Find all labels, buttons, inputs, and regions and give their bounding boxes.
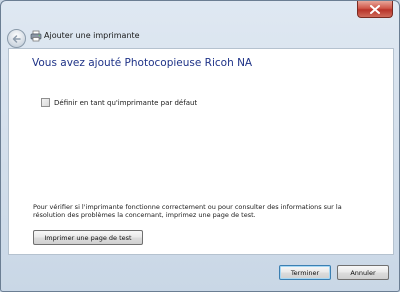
window-title: Ajouter une imprimante: [44, 31, 140, 40]
printer-icon: [30, 30, 42, 42]
print-test-page-button[interactable]: Imprimer une page de test: [33, 230, 143, 245]
back-arrow-icon: [12, 34, 21, 43]
test-page-info: Pour vérifier si l'imprimante fonctionne…: [33, 203, 342, 219]
cancel-button[interactable]: Annuler: [337, 265, 389, 280]
default-printer-label[interactable]: Définir en tant qu'imprimante par défaut: [54, 99, 197, 107]
back-button[interactable]: [7, 29, 26, 48]
close-button[interactable]: [357, 1, 393, 18]
default-printer-checkbox[interactable]: [41, 98, 50, 107]
wizard-content: Vous avez ajouté Photocopieuse Ricoh NA …: [8, 48, 394, 255]
close-icon: [370, 4, 380, 14]
wizard-window: Ajouter une imprimante Vous avez ajouté …: [0, 0, 400, 292]
title-bar[interactable]: [1, 1, 399, 27]
page-heading: Vous avez ajouté Photocopieuse Ricoh NA: [32, 57, 253, 69]
default-printer-option[interactable]: Définir en tant qu'imprimante par défaut: [41, 98, 197, 107]
wizard-footer: Terminer Annuler: [1, 254, 399, 291]
finish-button[interactable]: Terminer: [279, 265, 331, 280]
